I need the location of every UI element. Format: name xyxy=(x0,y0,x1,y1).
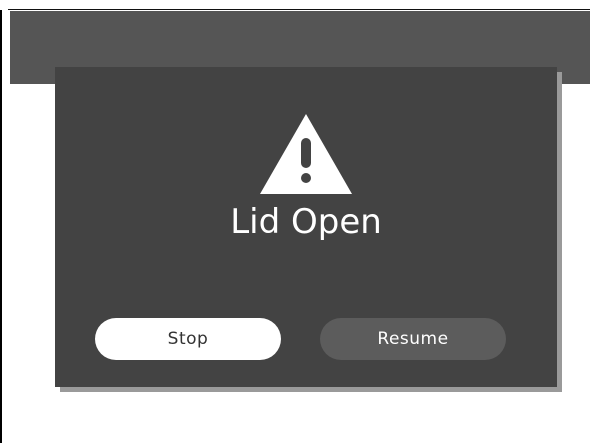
warning-icon xyxy=(260,114,352,194)
screen-top-outline xyxy=(8,9,590,10)
stop-button[interactable]: Stop xyxy=(95,318,281,360)
lid-open-dialog: Lid Open Stop Resume xyxy=(55,67,557,387)
dialog-title: Lid Open xyxy=(230,202,382,242)
device-screen: Lid Open Stop Resume xyxy=(0,0,590,443)
resume-button[interactable]: Resume xyxy=(320,318,506,360)
screen-left-border xyxy=(0,10,2,443)
